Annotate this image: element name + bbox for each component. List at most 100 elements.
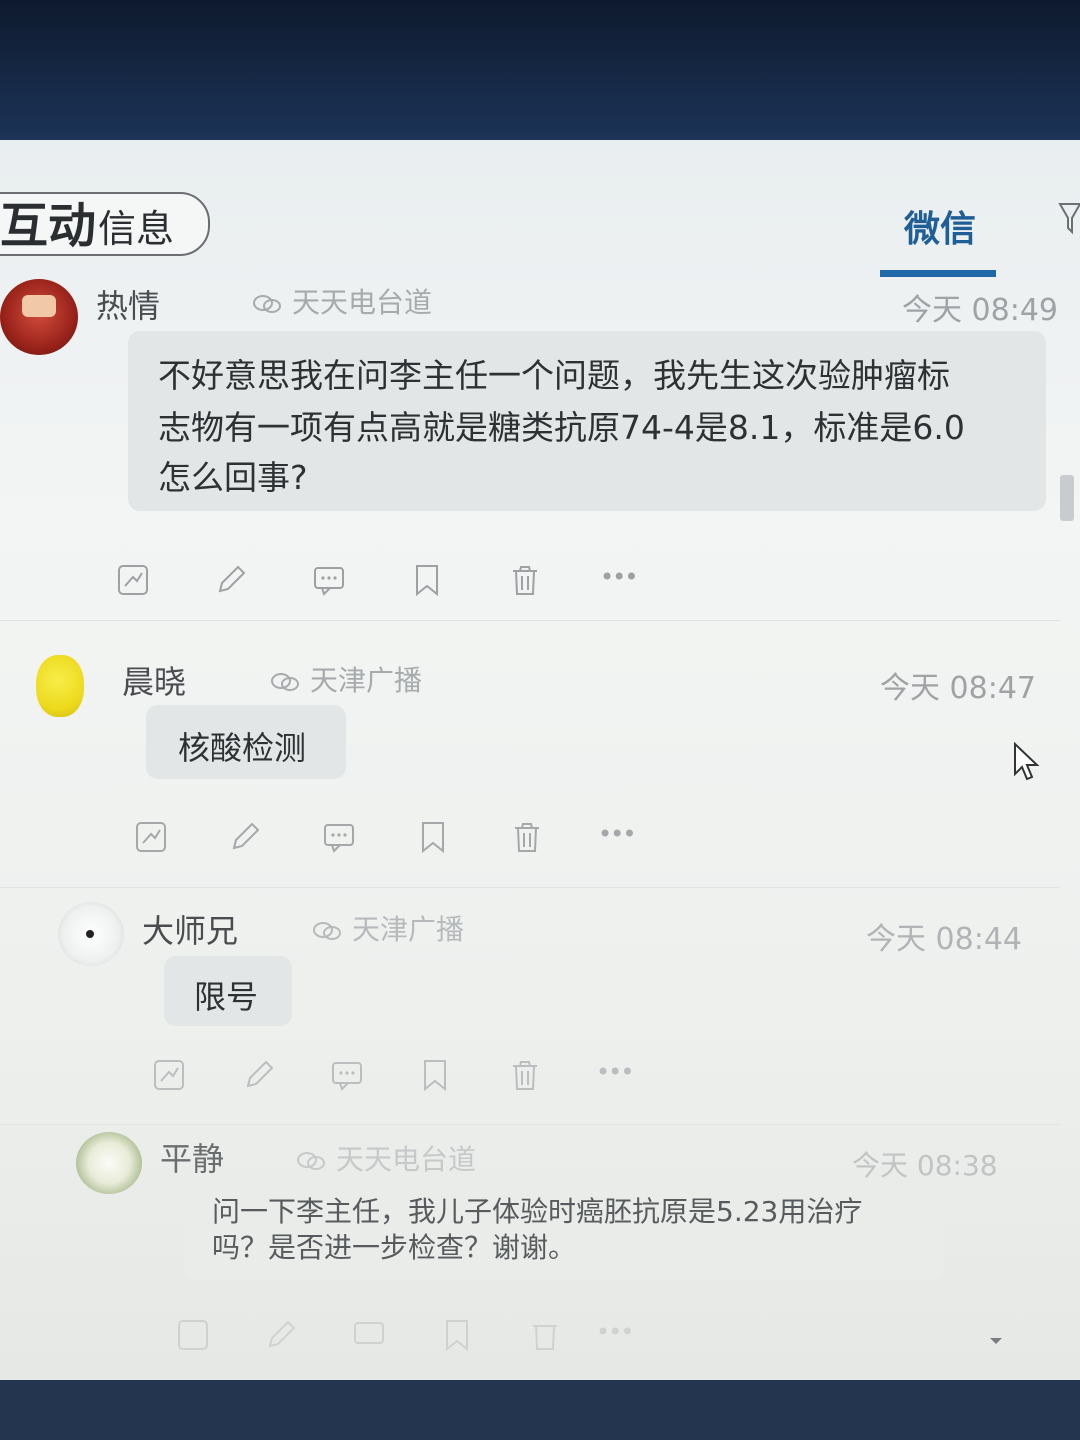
message-bubble: 问一下李主任，我儿子体验时癌胚抗原是5.23用治疗 吗？是否进一步检查？谢谢。 xyxy=(184,1180,944,1280)
bookmark-icon xyxy=(416,565,438,597)
wechat-icon xyxy=(313,922,341,940)
page-subtitle: 信息 xyxy=(98,207,175,251)
edit-button[interactable] xyxy=(214,563,248,597)
reply-button[interactable] xyxy=(322,820,356,854)
more-button[interactable]: ••• xyxy=(598,820,642,854)
comment-icon xyxy=(314,567,344,596)
username[interactable]: 热情 xyxy=(96,281,160,327)
bookmark-button[interactable] xyxy=(418,1058,452,1092)
bookmark-button[interactable] xyxy=(416,820,450,854)
timestamp: 今天 08:44 xyxy=(866,922,1022,957)
message-actions: ••• xyxy=(116,563,656,607)
scrollbar-thumb[interactable] xyxy=(1060,475,1074,521)
source-name: 天津广播 xyxy=(310,664,423,697)
trash-icon xyxy=(513,566,537,595)
pencil-icon xyxy=(232,822,260,850)
share-button[interactable] xyxy=(116,563,150,597)
reply-button[interactable] xyxy=(330,1058,364,1092)
divider xyxy=(0,1124,1060,1125)
share-icon xyxy=(136,822,166,852)
source-name: 天津广播 xyxy=(352,913,465,946)
trash-icon xyxy=(515,823,539,852)
delete-button[interactable] xyxy=(508,1058,542,1092)
pencil-icon xyxy=(268,1320,296,1348)
timestamp: 今天 08:49 xyxy=(902,293,1058,328)
mouse-cursor-icon xyxy=(1014,742,1040,781)
trash-icon xyxy=(513,1061,537,1090)
username[interactable]: 平静 xyxy=(160,1134,224,1180)
bookmark-icon xyxy=(424,1060,446,1092)
share-button[interactable] xyxy=(152,1058,186,1092)
reply-button[interactable] xyxy=(352,1318,386,1352)
message-bubble: 核酸检测 xyxy=(146,705,346,779)
source-label: 天津广播 xyxy=(270,659,422,699)
eye-icon xyxy=(86,930,94,938)
timestamp: 今天 08:47 xyxy=(880,671,1036,706)
source-label: 天津广播 xyxy=(312,908,464,948)
message-line: 志物有一项有点高就是糖类抗原74-4是8.1，标准是6.0 xyxy=(158,408,965,447)
pencil-icon xyxy=(246,1060,274,1088)
bookmark-icon xyxy=(422,822,444,854)
monitor-top-bezel xyxy=(0,0,1080,140)
scroll-down-icon[interactable] xyxy=(988,1336,1004,1346)
message-line: 怎么回事? xyxy=(158,458,308,497)
message-bubble: 限号 xyxy=(164,956,292,1026)
message-line: 核酸检测 xyxy=(178,729,307,767)
more-button[interactable]: ••• xyxy=(596,1318,640,1352)
source-name: 天天电台道 xyxy=(336,1143,477,1176)
edit-button[interactable] xyxy=(264,1318,298,1352)
delete-button[interactable] xyxy=(528,1318,562,1352)
comment-icon xyxy=(324,824,354,853)
bookmark-icon xyxy=(446,1320,468,1352)
heart-icon xyxy=(22,295,56,317)
page-title: 互动 xyxy=(0,198,97,254)
edit-button[interactable] xyxy=(242,1058,276,1092)
wechat-icon xyxy=(253,295,281,313)
message-actions: ••• xyxy=(152,1058,652,1102)
source-name: 天天电台道 xyxy=(292,286,433,319)
source-label: 天天电台道 xyxy=(252,281,432,321)
avatar[interactable] xyxy=(0,279,78,355)
share-button[interactable] xyxy=(176,1318,210,1352)
filter-icon[interactable] xyxy=(1058,198,1080,238)
comment-icon xyxy=(354,1322,384,1344)
divider xyxy=(0,620,1060,621)
comment-icon xyxy=(332,1062,362,1091)
message-line: 问一下李主任，我儿子体验时癌胚抗原是5.23用治疗 xyxy=(212,1195,863,1228)
more-button[interactable]: ••• xyxy=(600,563,644,597)
avatar[interactable] xyxy=(36,655,84,717)
share-icon xyxy=(178,1320,208,1350)
delete-button[interactable] xyxy=(508,563,542,597)
wechat-icon xyxy=(297,1152,325,1170)
app-screen: 互动 信息 微信 热情 天天电台道 今天 08:49 不好意思我在问李主任一个问… xyxy=(0,140,1080,1380)
share-button[interactable] xyxy=(134,820,168,854)
more-button[interactable]: ••• xyxy=(596,1058,640,1092)
message-actions: ••• xyxy=(176,1318,656,1362)
avatar[interactable] xyxy=(76,1132,142,1194)
bookmark-button[interactable] xyxy=(410,563,444,597)
message-line: 吗？是否进一步检查？谢谢。 xyxy=(212,1231,577,1264)
delete-button[interactable] xyxy=(510,820,544,854)
username[interactable]: 晨晓 xyxy=(122,657,186,703)
message-actions: ••• xyxy=(134,820,654,864)
header: 互动 信息 微信 xyxy=(0,140,1080,280)
divider xyxy=(0,887,1060,888)
avatar[interactable] xyxy=(58,902,124,966)
pencil-icon xyxy=(218,565,246,593)
reply-button[interactable] xyxy=(312,563,346,597)
share-icon xyxy=(118,565,148,595)
bookmark-button[interactable] xyxy=(440,1318,474,1352)
trash-icon xyxy=(533,1325,557,1350)
timestamp: 今天 08:38 xyxy=(852,1149,998,1182)
username[interactable]: 大师兄 xyxy=(142,906,238,952)
message-line: 限号 xyxy=(194,978,259,1016)
message-line: 不好意思我在问李主任一个问题，我先生这次验肿瘤标 xyxy=(158,356,950,395)
source-label: 天天电台道 xyxy=(296,1138,476,1178)
message-bubble: 不好意思我在问李主任一个问题，我先生这次验肿瘤标 志物有一项有点高就是糖类抗原7… xyxy=(128,331,1046,511)
tab-wechat[interactable]: 微信 xyxy=(904,200,976,252)
wechat-icon xyxy=(271,673,299,691)
tab-active-indicator xyxy=(880,270,996,277)
monitor-bottom-bezel xyxy=(0,1380,1080,1440)
share-icon xyxy=(154,1060,184,1090)
edit-button[interactable] xyxy=(228,820,262,854)
